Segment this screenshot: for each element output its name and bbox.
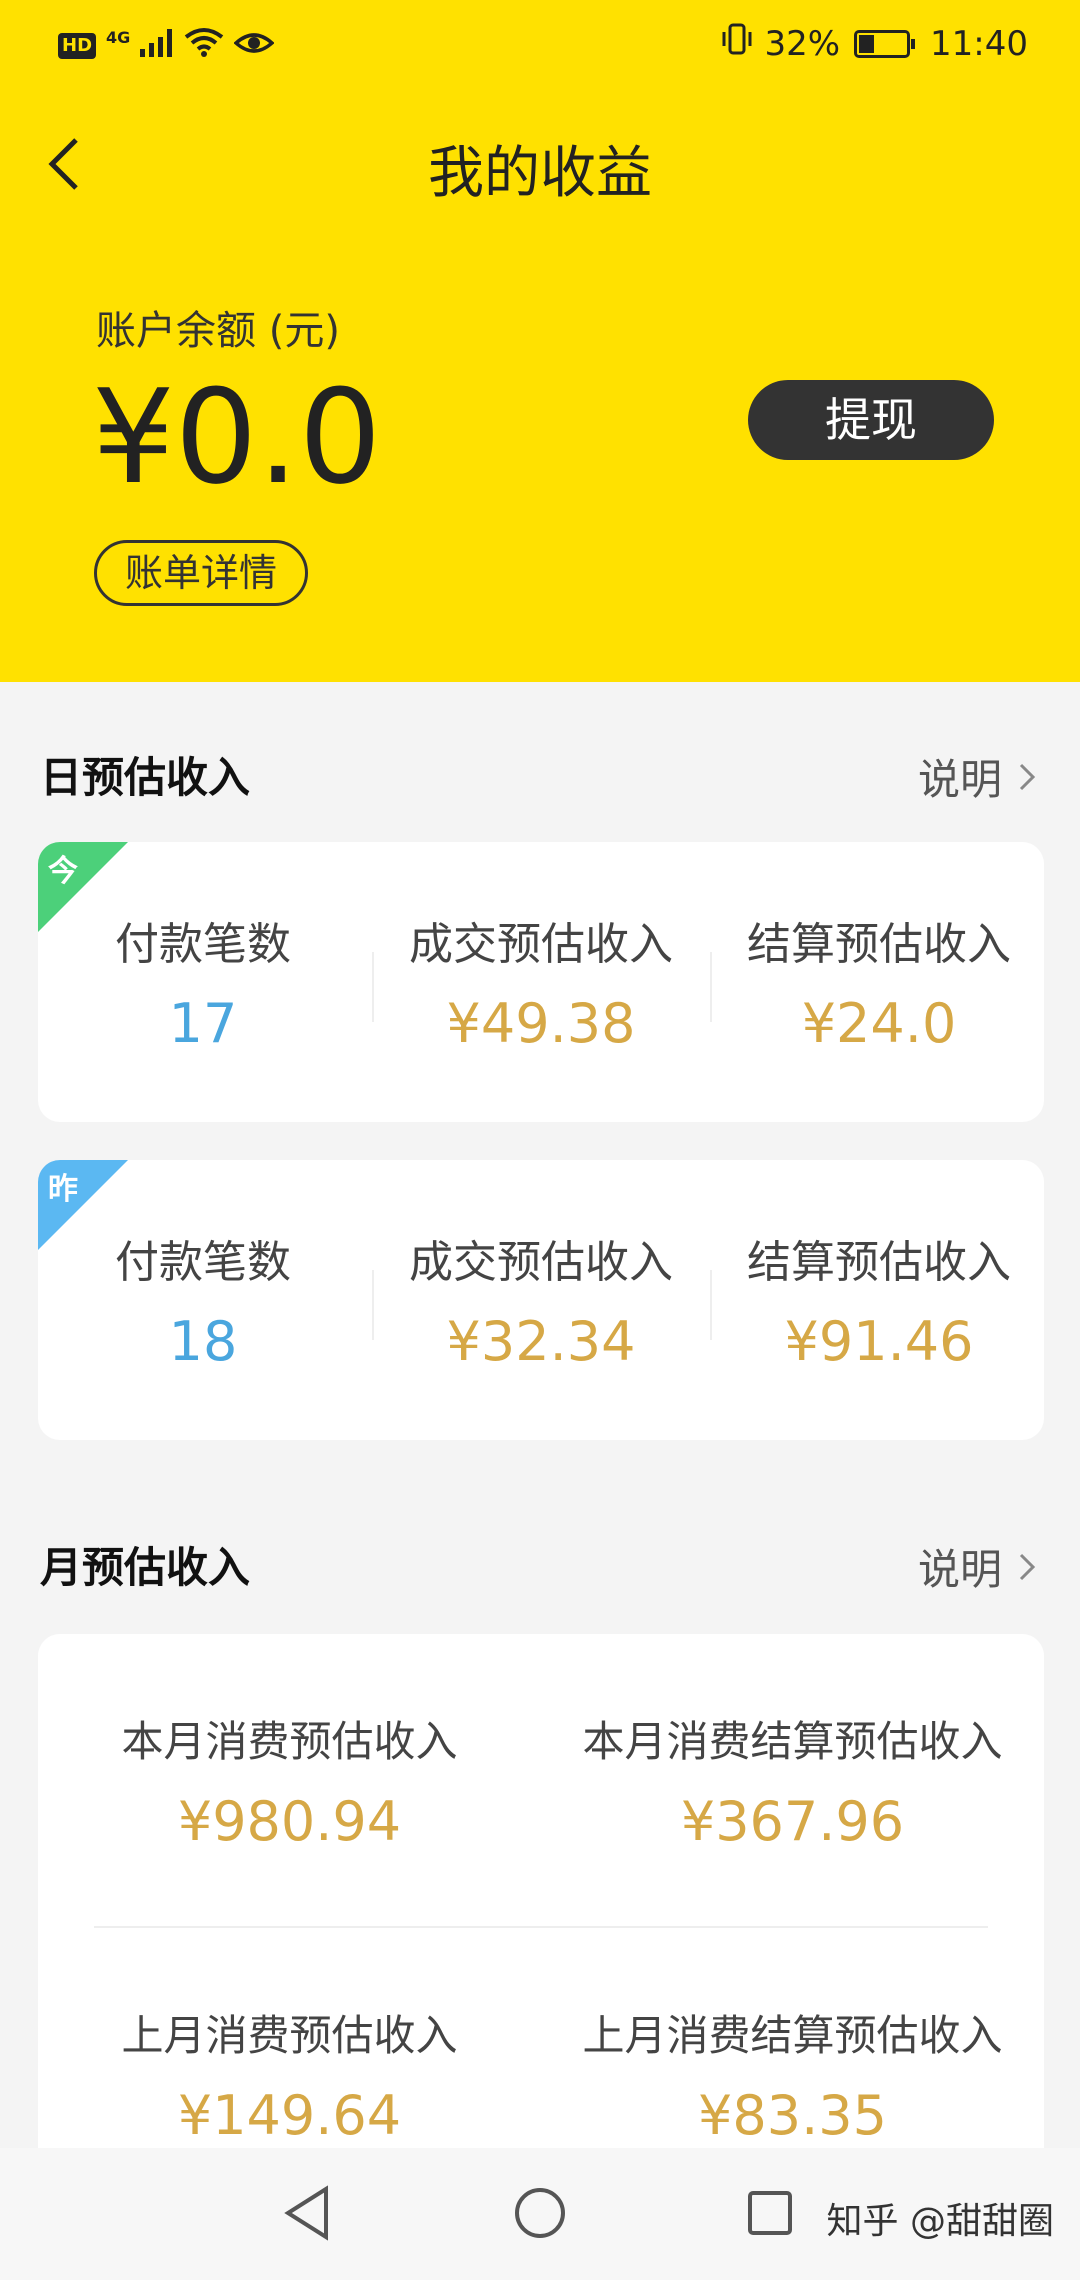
signal-icon [140, 26, 174, 66]
last-month-consume-value: ¥149.64 [177, 2084, 402, 2147]
yesterday-settle-income-stat: 结算预估收入 ¥91.46 [714, 1160, 1044, 1440]
circle-home-icon [515, 2188, 565, 2238]
square-recents-icon [748, 2191, 792, 2235]
balance-label: 账户余额 (元) [96, 308, 340, 354]
yesterday-stats-card: 昨 付款笔数 18 成交预估收入 ¥32.34 结算预估收入 ¥91.46 [38, 1160, 1044, 1440]
network-type: 4G [106, 27, 131, 47]
daily-explain-label: 说明 [917, 755, 1002, 804]
this-month-consume-label: 本月消费预估收入 [121, 1717, 458, 1766]
triangle-back-icon [284, 2185, 328, 2241]
yesterday-deal-income-stat: 成交预估收入 ¥32.34 [376, 1160, 706, 1440]
monthly-section-header: 月预估收入 说明 [0, 1520, 1080, 1600]
stat-label: 成交预估收入 [409, 1237, 673, 1288]
watermark: 知乎 @甜甜圈 [826, 2201, 1054, 2242]
status-right: 32% 11:40 [720, 22, 1028, 65]
stat-value: ¥32.34 [446, 1310, 636, 1373]
page-title: 我的收益 [428, 141, 652, 206]
last-month-settle-value: ¥83.35 [698, 2084, 887, 2147]
wifi-icon [184, 26, 224, 66]
monthly-stats-card: 本月消费预估收入 ¥980.94 本月消费结算预估收入 ¥367.96 上月消费… [38, 1634, 1044, 2194]
status-bar: HD 4G 32% 11:40 [0, 0, 1080, 92]
daily-section-title: 日预估收入 [40, 753, 251, 802]
chevron-right-icon [1019, 763, 1036, 790]
hd-badge: HD [58, 33, 97, 59]
yesterday-payments-stat: 付款笔数 18 [38, 1160, 368, 1440]
today-payments-stat: 付款笔数 17 [38, 842, 368, 1122]
stat-divider [710, 952, 712, 1022]
stat-value: 17 [168, 992, 238, 1055]
this-month-settle-label: 本月消费结算预估收入 [582, 1717, 1003, 1766]
stat-label: 成交预估收入 [409, 919, 673, 970]
today-stats-card: 今 付款笔数 17 成交预估收入 ¥49.38 结算预估收入 ¥24.0 [38, 842, 1044, 1122]
battery-percent: 32% [764, 23, 841, 64]
today-settle-income-stat: 结算预估收入 ¥24.0 [714, 842, 1044, 1122]
stat-label: 结算预估收入 [747, 919, 1011, 970]
nav-bar: 我的收益 [0, 110, 1080, 220]
stat-value: 18 [168, 1310, 238, 1373]
vibrate-icon [720, 22, 754, 65]
bill-details-button[interactable]: 账单详情 [94, 540, 309, 606]
monthly-explain-label: 说明 [917, 1545, 1002, 1594]
stat-label: 付款笔数 [115, 919, 291, 970]
system-back-button[interactable] [272, 2178, 342, 2248]
withdraw-button[interactable]: 提现 [748, 380, 994, 460]
monthly-explain-link[interactable]: 说明 [918, 1536, 1036, 1597]
stat-value: ¥49.38 [446, 992, 636, 1055]
stat-value: ¥91.46 [784, 1310, 974, 1373]
earnings-header: HD 4G 32% 11:40 我的收益 账户余额 (元) ¥0.0 账单详情 … [0, 0, 1080, 682]
daily-section-header: 日预估收入 说明 [0, 730, 1080, 810]
last-month-consume-label: 上月消费预估收入 [121, 2011, 458, 2060]
stat-label: 付款笔数 [115, 1237, 291, 1288]
battery-icon [854, 29, 916, 58]
daily-explain-link[interactable]: 说明 [918, 746, 1036, 807]
clock: 11:40 [930, 23, 1028, 64]
this-month-consume-value: ¥980.94 [177, 1790, 402, 1853]
status-left: HD 4G [58, 26, 275, 66]
stat-divider [372, 952, 374, 1022]
system-recents-button[interactable] [735, 2178, 805, 2248]
this-month-settle-value: ¥367.96 [680, 1790, 905, 1853]
chevron-right-icon [1019, 1553, 1036, 1580]
system-home-button[interactable] [505, 2178, 575, 2248]
stat-divider [372, 1270, 374, 1340]
last-month-settle-label: 上月消费结算预估收入 [582, 2011, 1003, 2060]
monthly-section-title: 月预估收入 [40, 1543, 251, 1592]
stat-divider [710, 1270, 712, 1340]
system-nav-bar: 知乎 @甜甜圈 [0, 2148, 1080, 2280]
month-divider [94, 1926, 988, 1928]
stat-value: ¥24.0 [801, 992, 957, 1055]
balance-value: ¥0.0 [92, 361, 382, 513]
eye-icon [233, 26, 275, 66]
battery-fill [859, 34, 874, 53]
stat-label: 结算预估收入 [747, 1237, 1011, 1288]
today-deal-income-stat: 成交预估收入 ¥49.38 [376, 842, 706, 1122]
